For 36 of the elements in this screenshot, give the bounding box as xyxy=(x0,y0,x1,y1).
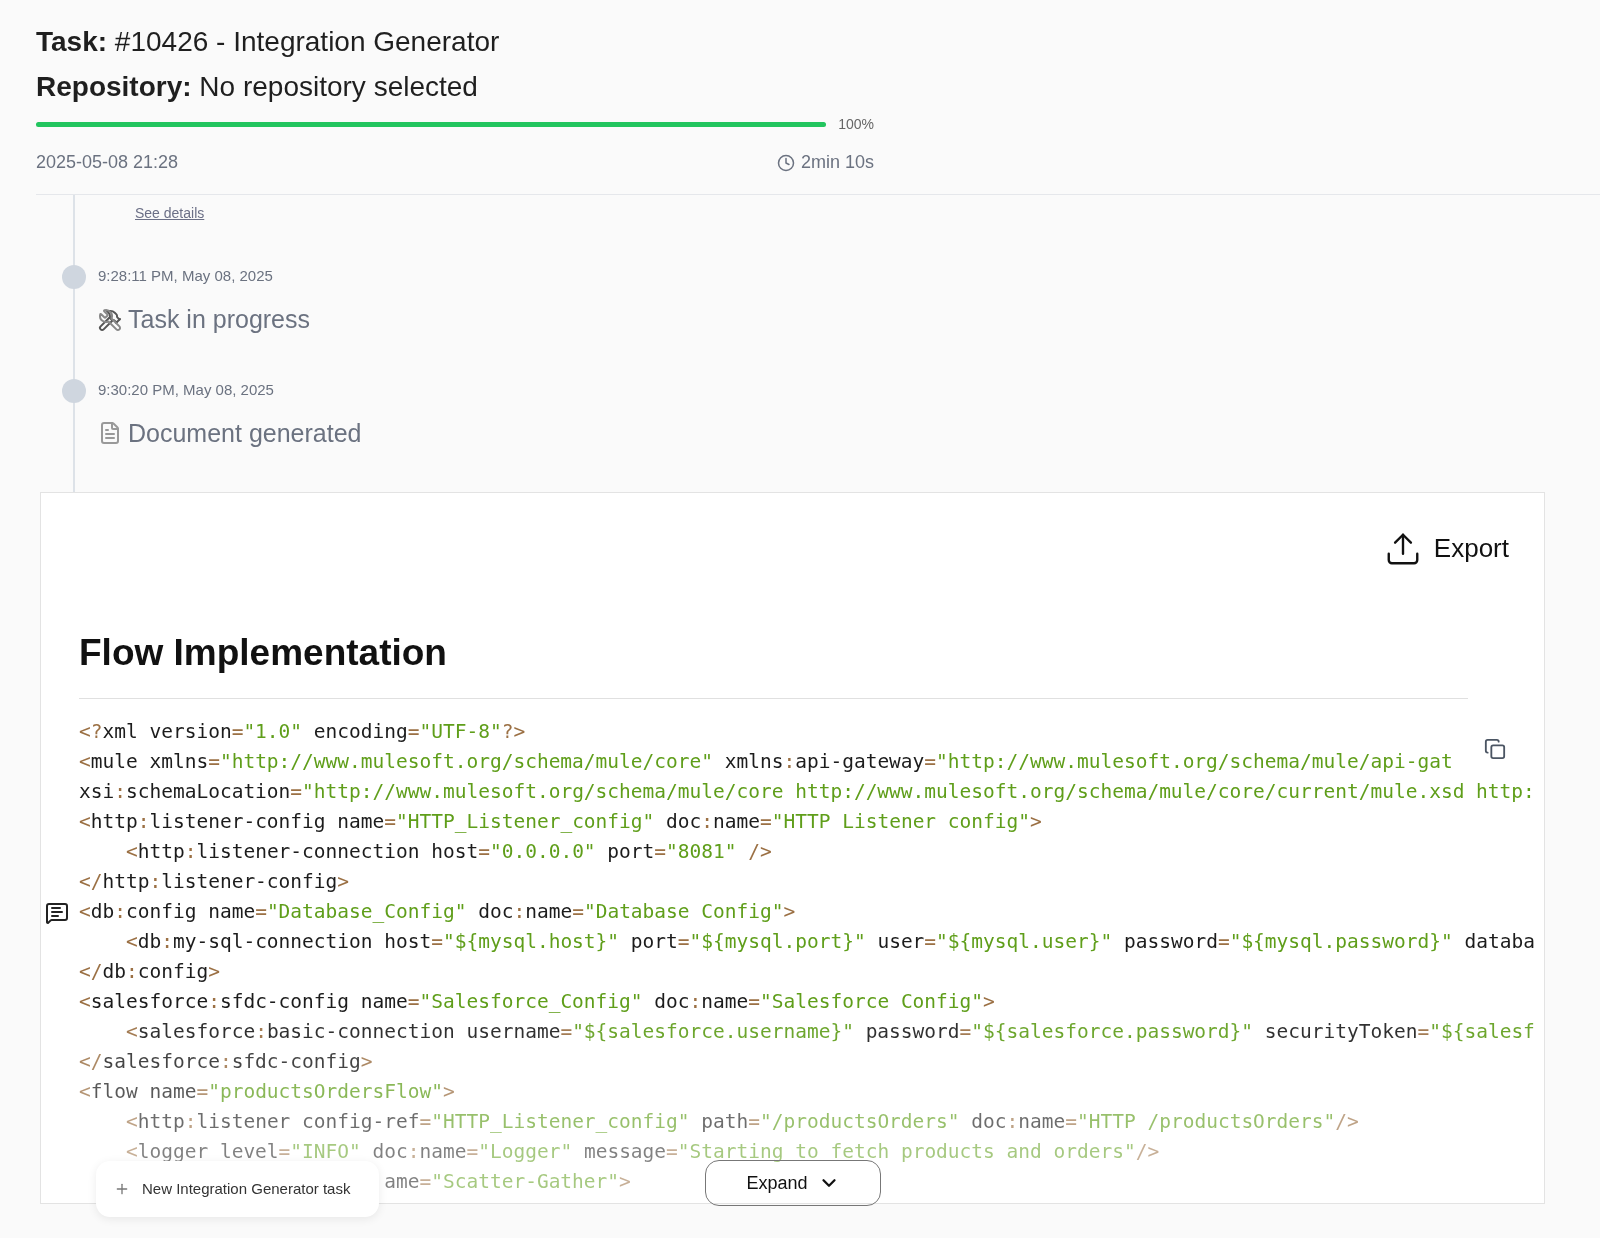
code-line: <http:listener-connection host="0.0.0.0" port="8081" /> xyxy=(125,840,772,863)
code-line: <?xml version="1.0" encoding="UTF-8"?> xyxy=(79,720,526,743)
section-heading: Flow Implementation xyxy=(79,631,448,675)
event-title: Task in progress xyxy=(128,304,311,335)
code-line: </salesforce:sfdc-config> xyxy=(79,1050,373,1073)
code-line: <mule xmlns="http://www.mulesoft.org/schema/mule/core" xmlns:api-gateway="http://www.mulesoft.org/schema/mule/api-gat xyxy=(79,750,1453,773)
task-duration: 2min 10s xyxy=(800,151,874,174)
code-line: <http:listener config-ref="HTTP_Listener_config" path="/productsOrders" doc:name="HTTP /productsOrders"/> xyxy=(125,1110,1359,1133)
event-title: Document generated xyxy=(128,417,362,449)
code-line: <http:listener-config name="HTTP_Listener_config" doc:name="HTTP Listener config"> xyxy=(79,810,1042,833)
code-line: <db:my-sql-connection host="${mysql.host}" port="${mysql.port}" user="${mysql.user}" password="${mysql.password}" databa xyxy=(125,930,1535,953)
code-line: <db:config name="Database_Config" doc:name="Database Config"> xyxy=(79,900,796,923)
event-time: 9:30:20 PM, May 08, 2025 xyxy=(98,379,275,400)
code-line: ame="Scatter-Gather"> xyxy=(384,1170,631,1193)
code-line: </http:listener-config> xyxy=(79,870,350,893)
see-details-link[interactable]: See details xyxy=(135,205,205,221)
new-task-button[interactable]: New Integration Generator task xyxy=(96,1161,379,1217)
code-line: <flow name="productsOrdersFlow"> xyxy=(79,1080,455,1103)
clock-icon xyxy=(776,153,795,172)
code-line: <logger level="INFO" doc:name="Logger" message="Starting to fetch products and orders"/> xyxy=(125,1140,1160,1163)
repository-label: Repository: No repository selected xyxy=(36,71,478,102)
task-date: 2025-05-08 21:28 xyxy=(36,151,179,174)
task-title: Task: #10426 - Integration Generator xyxy=(36,26,500,57)
code-line: <salesforce:sfdc-config name="Salesforce_Config" doc:name="Salesforce Config"> xyxy=(79,990,995,1013)
export-button[interactable]: Export xyxy=(1383,529,1509,568)
document-icon xyxy=(98,421,122,446)
expand-button[interactable]: Expand xyxy=(705,1160,881,1206)
code-line: <salesforce:basic-connection username="${salesforce.username}" password="${salesforce.password}" securityToken="${salesf xyxy=(125,1020,1535,1043)
copy-icon[interactable] xyxy=(1484,738,1506,760)
code-line: xsi:schemaLocation="http://www.mulesoft.org/schema/mule/core http://www.mulesoft.org/schema/mule/core/current/mule.xsd http: xyxy=(79,780,1535,803)
comment-icon[interactable] xyxy=(45,901,69,925)
progress-reading: 100% xyxy=(838,115,874,134)
plus-icon xyxy=(114,1181,130,1197)
event-time: 9:28:11 PM, May 08, 2025 xyxy=(98,266,274,286)
tools-icon xyxy=(98,307,122,332)
code-line: </db:config> xyxy=(79,960,220,983)
